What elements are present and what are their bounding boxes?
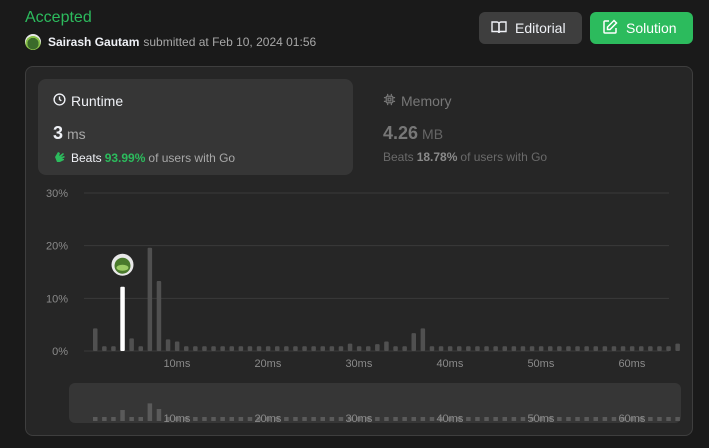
solution-label: Solution — [626, 20, 677, 36]
mini-bar — [484, 417, 489, 421]
mini-x-tick-label: 30ms — [345, 413, 372, 425]
mini-bar — [147, 403, 153, 421]
mini-bar — [111, 417, 116, 421]
mini-bar — [611, 417, 617, 421]
mini-bar — [411, 417, 416, 421]
mini-bar — [602, 417, 608, 421]
mini-bar — [220, 417, 225, 421]
mini-bar — [229, 417, 234, 421]
solution-button[interactable]: Solution — [590, 12, 693, 44]
mini-bar — [648, 417, 653, 421]
mini-bar — [657, 417, 662, 421]
mini-bar — [420, 417, 426, 421]
editorial-label: Editorial — [515, 20, 566, 36]
mini-bar — [593, 417, 598, 421]
mini-bar — [320, 417, 325, 421]
mini-bar — [338, 417, 344, 421]
book-icon — [491, 20, 507, 37]
result-panel: Runtime 3 ms Beats 93.99% of users with G… — [25, 66, 693, 436]
mini-x-tick-label: 10ms — [163, 413, 190, 425]
avatar[interactable] — [25, 34, 41, 50]
mini-bar — [566, 417, 571, 421]
editorial-button[interactable]: Editorial — [479, 12, 582, 44]
mini-bar — [393, 417, 398, 421]
mini-bar — [129, 417, 134, 421]
mini-bar — [511, 417, 517, 421]
range-selector-chart[interactable]: 10ms 20ms 30ms 40ms 50ms 60ms — [26, 67, 694, 437]
mini-bar — [584, 417, 589, 421]
mini-bar — [293, 417, 298, 421]
mini-x-tick-label: 60ms — [618, 413, 645, 425]
mini-bar — [520, 417, 526, 421]
mini-bar — [384, 417, 389, 421]
mini-x-tick-label: 50ms — [527, 413, 554, 425]
mini-bar — [575, 417, 580, 421]
mini-x-tick-label: 40ms — [436, 413, 463, 425]
mini-bar — [375, 417, 380, 421]
mini-bar — [466, 417, 471, 421]
mini-bar — [675, 417, 680, 421]
mini-bar — [156, 409, 162, 421]
mini-bar — [666, 417, 671, 421]
mini-bar — [211, 417, 216, 421]
mini-bar — [238, 417, 244, 421]
mini-bar — [120, 410, 125, 421]
submission-time: submitted at Feb 10, 2024 01:56 — [143, 35, 317, 49]
mini-bar — [429, 417, 435, 421]
mini-bar — [102, 417, 107, 421]
submission-meta: Sairash Gautam submitted at Feb 10, 2024… — [25, 34, 316, 50]
mini-bar — [247, 417, 253, 421]
user-name[interactable]: Sairash Gautam — [48, 35, 139, 49]
mini-x-tick-label: 20ms — [254, 413, 281, 425]
mini-bar — [202, 417, 207, 421]
mini-bar — [138, 417, 143, 421]
mini-bar — [311, 417, 316, 421]
mini-bar — [502, 417, 507, 421]
edit-icon — [602, 18, 618, 38]
mini-bar — [93, 417, 98, 421]
mini-bar — [284, 417, 289, 421]
mini-bar — [302, 417, 307, 421]
mini-bar — [329, 417, 335, 421]
mini-bar — [493, 417, 498, 421]
mini-bar — [557, 417, 562, 421]
submission-status: Accepted — [25, 9, 92, 26]
mini-bar — [475, 417, 480, 421]
mini-bar — [402, 417, 407, 421]
mini-bar — [193, 417, 198, 421]
